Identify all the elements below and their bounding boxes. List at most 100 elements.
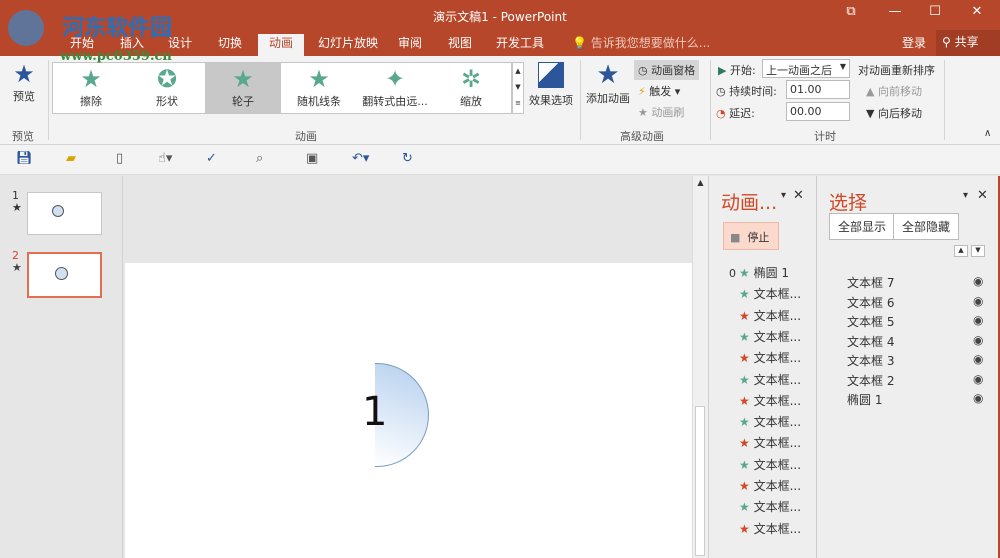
animation-list-item[interactable]: ★ 文本框... [729, 477, 801, 494]
move-later-button[interactable]: ▼ 向后移动 [866, 105, 922, 121]
effect-options-label: 效果选项 [526, 92, 576, 108]
animation-list-item[interactable]: ★ 文本框... [729, 520, 801, 537]
animation-list-item[interactable]: ★ 文本框... [729, 498, 801, 515]
login-link[interactable]: 登录 [896, 34, 932, 56]
touch-mode-icon[interactable]: ☝▾ [158, 151, 172, 166]
undo-icon[interactable]: ↶▾ [352, 151, 369, 166]
selection-list-item[interactable]: 椭圆 1 [847, 391, 882, 408]
slide-thumbnail-1[interactable] [27, 192, 102, 235]
triangle-down-icon: ▼ [866, 107, 874, 120]
tab-slideshow[interactable]: 幻灯片放映 [312, 34, 384, 56]
scroll-thumb[interactable] [695, 406, 705, 556]
save-icon[interactable]: 💾︎ [16, 151, 33, 166]
effect-options-button[interactable]: 效果选项 [526, 62, 576, 108]
tell-me-input[interactable]: 💡 告诉我您想要做什么... [566, 34, 716, 56]
animation-list-item[interactable]: ★ 文本框... [729, 307, 801, 324]
start-select[interactable]: 上一动画之后▼ [762, 59, 850, 78]
tab-developer[interactable]: 开发工具 [490, 34, 550, 56]
spelling-icon[interactable]: ✓ [206, 151, 217, 166]
duration-input[interactable]: 01.00 [786, 80, 850, 99]
stop-button[interactable]: ■ 停止 [723, 222, 779, 250]
animation-order: 0 [729, 267, 739, 280]
presenter-icon[interactable]: ▣ [306, 151, 318, 166]
gallery-item[interactable]: ★随机线条 [281, 63, 357, 113]
visibility-eye-icon[interactable]: ◉ [973, 333, 983, 347]
animation-gallery: ★擦除✪形状★轮子★随机线条✦翻转式由远...✲缩放 [52, 62, 512, 114]
show-all-button[interactable]: 全部显示 [829, 213, 895, 240]
slide-thumbnail-2[interactable] [27, 252, 102, 298]
group-label-preview: 预览 [12, 128, 34, 144]
close-button[interactable]: ✕ [962, 4, 992, 19]
print-preview-icon[interactable]: ⌕ [256, 151, 263, 166]
tab-view[interactable]: 视图 [442, 34, 478, 56]
gallery-item-label: 缩放 [433, 93, 509, 109]
gallery-item[interactable]: ✲缩放 [433, 63, 509, 113]
share-button[interactable]: ⚲ 共享 [936, 30, 1000, 56]
send-backward-icon[interactable]: ▼ [971, 245, 985, 257]
animation-list-item[interactable]: ★ 文本框... [729, 434, 801, 451]
selection-list-item[interactable]: 文本框 2 [847, 372, 894, 389]
animation-list-item[interactable]: ★ 文本框... [729, 392, 801, 409]
animation-list-item[interactable]: ★ 文本框... [729, 371, 801, 388]
gallery-item[interactable]: ✪形状 [129, 63, 205, 113]
animation-item-label: 文本框... [754, 330, 801, 344]
stop-icon: ■ [730, 231, 740, 244]
pane-options-icon[interactable]: ▾ [781, 190, 786, 201]
title-bar: 河东软件园 演示文稿1 - PowerPoint ⧉ — ☐ ✕ 文件 开始 插… [0, 0, 1000, 56]
hide-all-button[interactable]: 全部隐藏 [893, 213, 959, 240]
animation-pane-button[interactable]: ◷ 动画窗格 [634, 60, 699, 80]
new-file-icon[interactable]: ▯ [116, 151, 123, 166]
gallery-item[interactable]: ★轮子 [205, 63, 281, 113]
close-pane-icon[interactable]: ✕ [977, 188, 988, 203]
visibility-eye-icon[interactable]: ◉ [973, 313, 983, 327]
animation-item-label: 文本框... [754, 436, 801, 450]
ribbon-display-button[interactable]: ⧉ [836, 4, 866, 19]
tab-transitions[interactable]: 切换 [212, 34, 248, 56]
tab-review[interactable]: 审阅 [392, 34, 428, 56]
visibility-eye-icon[interactable]: ◉ [973, 294, 983, 308]
selection-list-item[interactable]: 文本框 4 [847, 333, 894, 350]
delay-input[interactable]: 00.00 [786, 102, 850, 121]
open-folder-icon[interactable]: ▰ [66, 151, 76, 166]
tab-animations[interactable]: 动画 [258, 34, 304, 56]
visibility-eye-icon[interactable]: ◉ [973, 391, 983, 405]
gallery-item[interactable]: ★擦除 [53, 63, 129, 113]
slide-canvas[interactable]: 1 [125, 263, 692, 558]
visibility-eye-icon[interactable]: ◉ [973, 352, 983, 366]
gallery-scroll[interactable]: ▲▼≡ [512, 62, 524, 114]
start-text: 开始: [730, 64, 756, 77]
animation-list-item[interactable]: ★ 文本框... [729, 349, 801, 366]
visibility-eye-icon[interactable]: ◉ [973, 274, 983, 288]
redo-icon[interactable]: ↻ [402, 151, 413, 166]
move-earlier-button[interactable]: ▲ 向前移动 [866, 83, 922, 99]
selection-list-item[interactable]: 文本框 6 [847, 294, 894, 311]
preview-button[interactable]: ★预览 [10, 60, 38, 104]
animation-painter-button[interactable]: ★ 动画刷 [638, 104, 684, 120]
animation-list-item[interactable]: ★ 文本框... [729, 285, 801, 302]
collapse-ribbon-icon[interactable]: ∧ [984, 128, 991, 139]
bring-forward-icon[interactable]: ▲ [954, 245, 968, 257]
maximize-button[interactable]: ☐ [920, 4, 950, 19]
selection-list-item[interactable]: 文本框 3 [847, 352, 894, 369]
divider [710, 60, 711, 140]
visibility-eye-icon[interactable]: ◉ [973, 372, 983, 386]
scroll-up-icon[interactable]: ▲ [693, 178, 708, 187]
vertical-scrollbar[interactable]: ▲ [692, 176, 708, 558]
minimize-button[interactable]: — [880, 4, 910, 19]
gallery-item[interactable]: ✦翻转式由远... [357, 63, 433, 113]
add-animation-button[interactable]: ★添加动画 [586, 60, 630, 106]
animation-item-label: 文本框... [754, 309, 801, 323]
selection-list-item[interactable]: 文本框 5 [847, 313, 894, 330]
animation-list-item[interactable]: ★ 文本框... [729, 413, 801, 430]
animation-list-item[interactable]: ★ 文本框... [729, 456, 801, 473]
animation-list-item[interactable]: ★ 文本框... [729, 328, 801, 345]
slide-text[interactable]: 1 [362, 389, 387, 435]
pane-options-icon[interactable]: ▾ [963, 190, 968, 201]
slide-thumbnails-panel: 1★ 2★ [0, 176, 123, 558]
selection-list-item[interactable]: 文本框 7 [847, 274, 894, 291]
animation-star-icon: ✪ [129, 65, 205, 93]
close-pane-icon[interactable]: ✕ [793, 188, 804, 203]
trigger-button[interactable]: ⚡ 触发 ▾ [638, 83, 680, 99]
animation-list-item[interactable]: 0★ 椭圆 1 [729, 264, 789, 281]
animation-item-label: 文本框... [754, 479, 801, 493]
